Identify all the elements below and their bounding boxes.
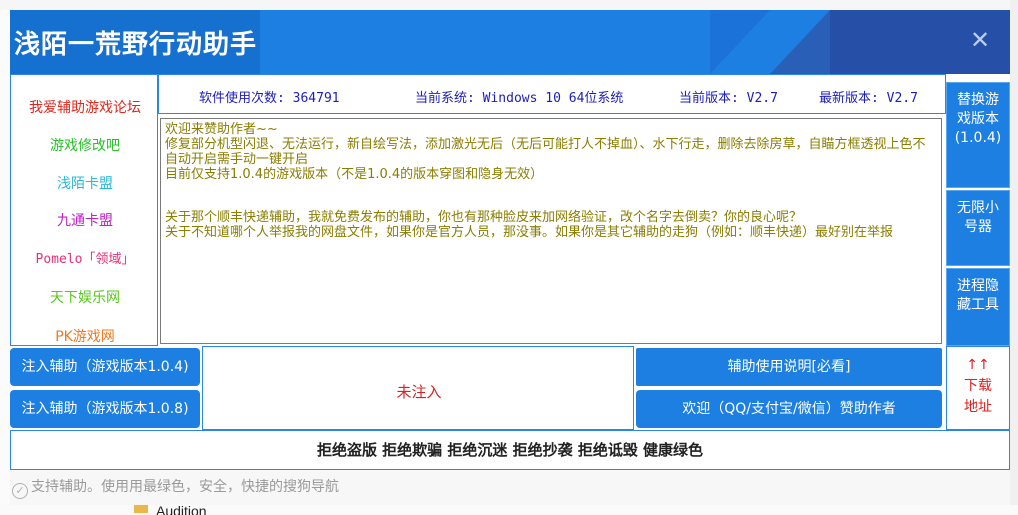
background-explorer-strip [0, 0, 1018, 10]
current-version: 当前版本: V2.7 [679, 91, 778, 106]
inject-104-button[interactable]: 注入辅助（游戏版本1.0.4) [10, 348, 200, 386]
info-bar: 软件使用次数: 364791 当前系统: Windows 10 64位系统 当前… [158, 74, 946, 114]
folder-icon [134, 505, 148, 513]
status-footer: ✓ 支持辅助。使用用最绿色，安全，快捷的搜狗导航 [10, 470, 1010, 505]
download-button[interactable]: ↑↑ 下载地址 [946, 346, 1010, 430]
link-tianxia[interactable]: 天下娱乐网 [11, 287, 159, 307]
announcement-line: 欢迎来赞助作者~~ [165, 122, 278, 137]
title-bar-decoration [770, 10, 830, 74]
announcement-line: 修复部分机型闪退、无法运行，新自绘写法，添加激光无后（无后可能打人不掉血）、水下… [165, 137, 926, 167]
sponsor-button[interactable]: 欢迎（QQ/支付宝/微信）赞助作者 [636, 390, 942, 428]
link-list: 我爱辅助游戏论坛 游戏修改吧 浅陌卡盟 九通卡盟 Pomelo「领域」 天下娱乐… [10, 74, 158, 346]
link-forum[interactable]: 我爱辅助游戏论坛 [11, 97, 159, 117]
replace-version-button[interactable]: 替换游戏版本(1.0.4) [946, 82, 1010, 188]
footer-text: 支持辅助。使用用最绿色，安全，快捷的搜狗导航 [31, 479, 339, 495]
current-system: 当前系统: Windows 10 64位系统 [415, 91, 624, 106]
inject-status-panel: 未注入 [202, 346, 634, 430]
announcement-line: 关于那个顺丰快递辅助，我就免费发布的辅助，你也有那种脸皮来加网络验证，改个名字去… [165, 210, 803, 225]
background-left-strip [0, 10, 10, 515]
link-pomelo[interactable]: Pomelo「领域」 [11, 248, 159, 267]
usage-count: 软件使用次数: 364791 [199, 91, 340, 106]
background-right-strip [1010, 0, 1018, 515]
close-icon[interactable]: ✕ [968, 28, 992, 52]
guide-button[interactable]: 辅助使用说明[必看] [636, 348, 942, 386]
link-pk-game[interactable]: PK游戏网 [11, 326, 159, 346]
link-jiutong-card[interactable]: 九通卡盟 [11, 210, 159, 230]
background-explorer-tree: Audition [0, 505, 1018, 515]
folder-label: Audition [156, 505, 207, 515]
inject-status: 未注入 [396, 383, 442, 401]
link-game-mod[interactable]: 游戏修改吧 [11, 135, 159, 155]
latest-version: 最新版本: V2.7 [819, 91, 918, 106]
announcement-line: 关于不知道哪个人举报我的网盘文件，如果你是官方人员，那没事。如果你是其它辅助的走… [165, 225, 894, 240]
up-arrow-icon: ↑↑ [966, 357, 990, 373]
announcement-line: 目前仅支持1.0.4的游戏版本（不是1.0.4的版本穿图和隐身无效） [165, 167, 544, 182]
title-bar-decoration [710, 10, 770, 74]
link-qianmo-card[interactable]: 浅陌卡盟 [11, 173, 159, 193]
check-circle-icon: ✓ [12, 483, 28, 499]
process-hide-button[interactable]: 进程隐藏工具 [946, 268, 1010, 346]
title-bar[interactable]: 浅陌一荒野行动助手 ✕ [10, 10, 1010, 74]
inject-108-button[interactable]: 注入辅助（游戏版本1.0.8) [10, 390, 200, 428]
slogan-bar: 拒绝盗版 拒绝欺骗 拒绝沉迷 拒绝抄袭 拒绝诋毁 健康绿色 [10, 430, 1010, 470]
download-label: 下载地址 [964, 378, 992, 415]
app-title: 浅陌一荒野行动助手 [14, 30, 258, 60]
main-window: 浅陌一荒野行动助手 ✕ 我爱辅助游戏论坛 游戏修改吧 浅陌卡盟 九通卡盟 Pom… [10, 10, 1010, 505]
announcement-textbox[interactable]: 欢迎来赞助作者~~ 修复部分机型闪退、无法运行，新自绘写法，添加激光无后（无后可… [160, 118, 942, 344]
unlimited-accounts-button[interactable]: 无限小号器 [946, 190, 1010, 266]
